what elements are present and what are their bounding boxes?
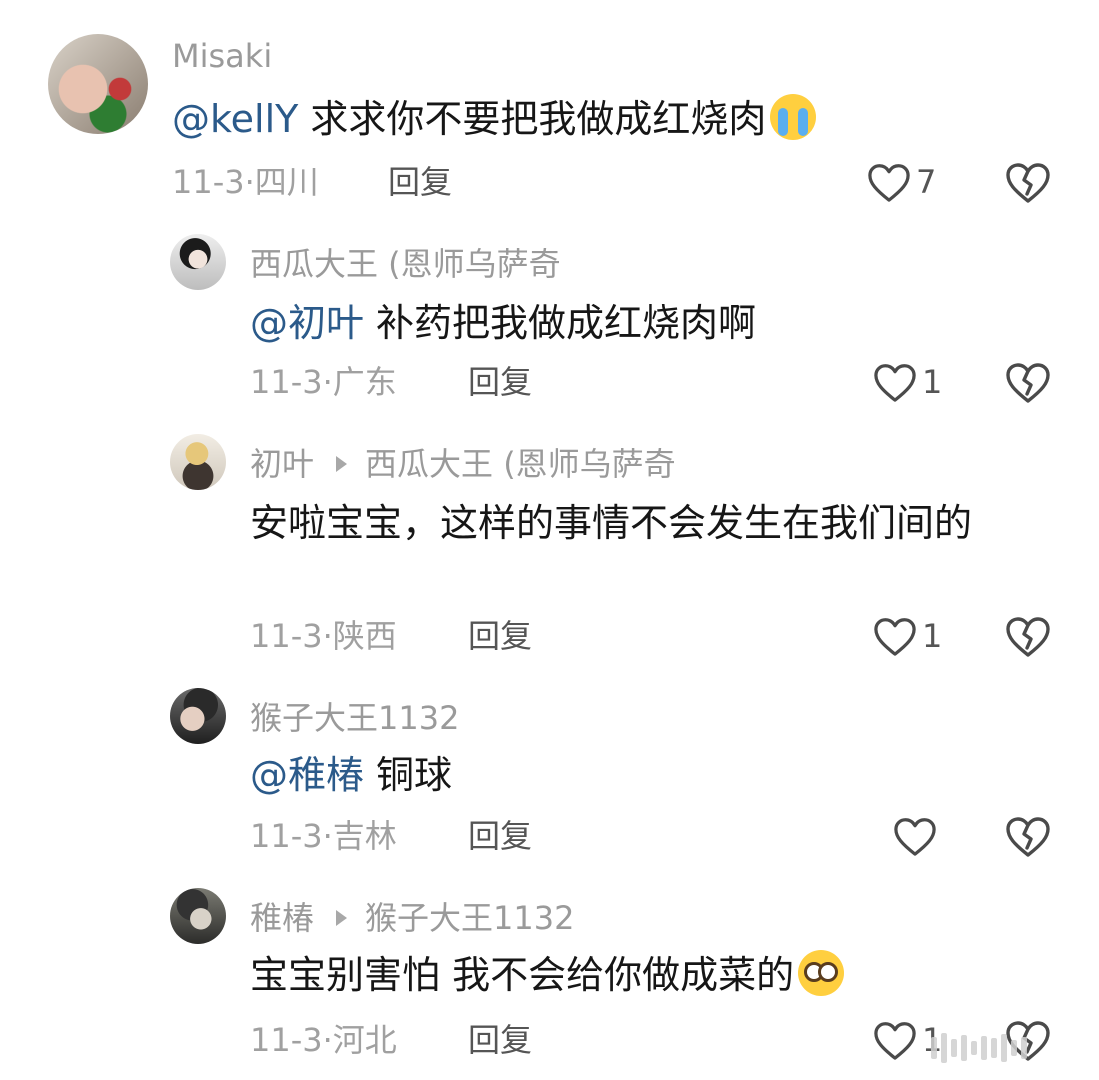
mention-link[interactable]: @稚椿 — [250, 753, 364, 797]
watermark-logo-icon — [931, 1028, 1091, 1068]
reply-author[interactable]: 稚椿 — [250, 899, 314, 937]
dislike-button[interactable] — [1004, 814, 1054, 860]
watermark-mark — [1001, 1034, 1007, 1062]
reply-button[interactable]: 回复 — [468, 362, 532, 402]
comment-meta: 11-3·陕西 — [250, 616, 397, 656]
broken-heart-icon — [1006, 617, 1050, 657]
reply-arrow-icon — [336, 910, 348, 926]
comment-body: 铜球 — [376, 753, 453, 797]
comment-username[interactable]: 初叶 西瓜大王 (恩师乌萨奇 — [250, 444, 676, 484]
heart-outline-icon — [868, 164, 910, 202]
watermark-mark — [941, 1033, 947, 1063]
comment-location: 广东 — [332, 363, 397, 401]
reply-button[interactable]: 回复 — [468, 1020, 532, 1060]
comment-meta: 11-3·广东 — [250, 362, 397, 402]
comment-username[interactable]: 猴子大王1132 — [250, 698, 459, 738]
like-button[interactable] — [892, 814, 942, 858]
heart-outline-icon — [894, 818, 936, 856]
avatar[interactable] — [48, 34, 148, 134]
comment-location: 河北 — [332, 1021, 397, 1059]
loudly-crying-face-icon — [770, 94, 817, 140]
like-button[interactable]: 1 — [872, 614, 942, 658]
comment-meta: 11-3·吉林 — [250, 816, 397, 856]
watermark-mark — [961, 1035, 967, 1061]
reply-target[interactable]: 西瓜大王 (恩师乌萨奇 — [365, 445, 676, 483]
comment-date: 11-3 — [250, 363, 323, 401]
reply-button[interactable]: 回复 — [468, 616, 532, 656]
like-count: 7 — [916, 163, 937, 201]
comment-text: 安啦宝宝，这样的事情不会发生在我们间的 — [250, 496, 1030, 550]
comment-body: 补药把我做成红烧肉啊 — [376, 301, 757, 345]
meta-separator: · — [322, 617, 333, 655]
dislike-button[interactable] — [1004, 360, 1054, 406]
reply-arrow-icon — [336, 456, 348, 472]
comment-date: 11-3 — [250, 817, 323, 855]
heart-outline-icon — [874, 618, 916, 656]
like-button[interactable]: 1 — [872, 360, 942, 404]
like-count: 1 — [922, 363, 943, 401]
like-count: 1 — [922, 617, 943, 655]
dislike-button[interactable] — [1004, 160, 1054, 206]
comment-body: 安啦宝宝，这样的事情不会发生在我们间的 — [250, 501, 973, 545]
avatar[interactable] — [170, 434, 226, 490]
comment-username[interactable]: 西瓜大王 (恩师乌萨奇 — [250, 244, 561, 284]
watermark-mark — [991, 1038, 997, 1058]
mention-link[interactable]: @初叶 — [250, 301, 364, 345]
avatar[interactable] — [170, 888, 226, 944]
broken-heart-icon — [1006, 163, 1050, 203]
comment-date: 11-3 — [250, 617, 323, 655]
comment-date: 11-3 — [250, 1021, 323, 1059]
comment-location: 吉林 — [332, 817, 397, 855]
watermark-mark — [981, 1036, 987, 1060]
watermark-mark — [951, 1039, 957, 1057]
meta-separator: · — [244, 163, 255, 201]
comment-text: 宝宝别害怕 我不会给你做成菜的 — [250, 948, 845, 1002]
like-button[interactable]: 7 — [866, 160, 936, 204]
comment-location: 陕西 — [332, 617, 397, 655]
comment-body: 宝宝别害怕 我不会给你做成菜的 — [250, 953, 795, 997]
watermark-mark — [1021, 1037, 1027, 1059]
watermark-mark — [971, 1041, 977, 1055]
broken-heart-icon — [1006, 363, 1050, 403]
comment-meta: 11-3·四川 — [172, 162, 319, 202]
heart-outline-icon — [874, 1022, 916, 1060]
broken-heart-icon — [1006, 817, 1050, 857]
comment-date: 11-3 — [172, 163, 245, 201]
comment-location: 四川 — [254, 163, 319, 201]
meta-separator: · — [322, 1021, 333, 1059]
heart-outline-icon — [874, 364, 916, 402]
dislike-button[interactable] — [1004, 614, 1054, 660]
comment-text: @稚椿 铜球 — [250, 748, 452, 802]
watermark-mark — [931, 1037, 937, 1059]
comment-text: @初叶 补药把我做成红烧肉啊 — [250, 296, 756, 350]
reply-author[interactable]: 初叶 — [250, 445, 314, 483]
mention-link[interactable]: @kellY — [172, 97, 298, 141]
comment-text: @kellY 求求你不要把我做成红烧肉 — [172, 92, 817, 146]
reply-target[interactable]: 猴子大王1132 — [365, 899, 574, 937]
avatar[interactable] — [170, 688, 226, 744]
comment-username[interactable]: 稚椿 猴子大王1132 — [250, 898, 574, 938]
reply-button[interactable]: 回复 — [468, 816, 532, 856]
reply-button[interactable]: 回复 — [388, 162, 452, 202]
meta-separator: · — [322, 363, 333, 401]
comment-meta: 11-3·河北 — [250, 1020, 397, 1060]
pleading-face-icon — [798, 950, 845, 996]
comment-body: 求求你不要把我做成红烧肉 — [310, 97, 767, 141]
avatar[interactable] — [170, 234, 226, 290]
comment-username[interactable]: Misaki — [172, 36, 272, 76]
watermark-mark — [1011, 1040, 1017, 1056]
meta-separator: · — [322, 817, 333, 855]
